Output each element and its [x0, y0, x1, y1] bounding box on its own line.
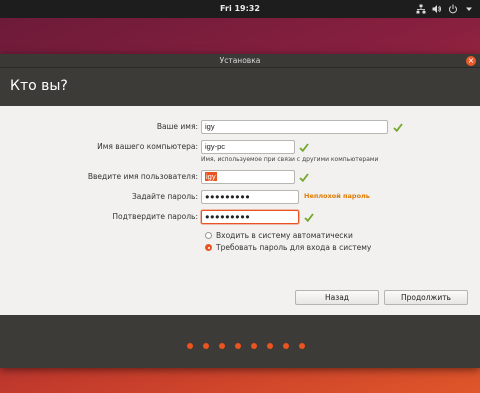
- volume-icon[interactable]: [432, 3, 442, 14]
- menu-arrow-icon[interactable]: [464, 3, 474, 14]
- progress-dot: [235, 343, 241, 349]
- auto-login-label: Входить в систему автоматически: [216, 231, 353, 240]
- progress-dot: [187, 343, 193, 349]
- username-row: Введите имя пользователя: igy: [0, 170, 480, 185]
- close-icon: ×: [467, 56, 475, 65]
- check-icon: [299, 171, 309, 183]
- progress-dot: [219, 343, 225, 349]
- computer-name-input[interactable]: igy-pc: [201, 140, 295, 154]
- username-label: Введите имя пользователя:: [87, 172, 198, 181]
- password-strength: Неплохой пароль: [304, 192, 370, 200]
- top-panel: Fri 19:32: [0, 0, 480, 18]
- auto-login-radio[interactable]: [205, 232, 212, 239]
- name-input[interactable]: igy: [201, 120, 388, 134]
- network-icon[interactable]: [416, 3, 426, 14]
- back-button[interactable]: Назад: [295, 290, 379, 305]
- computer-name-hint: Имя, используемое при связи с другими ко…: [201, 156, 379, 163]
- progress-dot: [267, 343, 273, 349]
- progress-dot: [299, 343, 305, 349]
- window-title: Установка: [219, 56, 261, 65]
- password-label: Задайте пароль:: [131, 192, 198, 201]
- installer-window: Установка × Кто вы? Ваше имя: igy Имя ва…: [0, 54, 480, 368]
- check-icon: [299, 141, 309, 153]
- username-value: igy: [205, 172, 217, 181]
- require-password-label: Требовать пароль для входа в систему: [216, 243, 372, 252]
- name-row: Ваше имя: igy: [0, 120, 480, 135]
- slideshow-footer: [0, 315, 480, 368]
- confirm-password-input[interactable]: ●●●●●●●●●: [201, 210, 299, 224]
- check-icon: [304, 211, 314, 223]
- progress-dot: [251, 343, 257, 349]
- progress-indicator: [187, 343, 305, 349]
- progress-dot: [283, 343, 289, 349]
- clock[interactable]: Fri 19:32: [0, 4, 480, 13]
- power-icon[interactable]: [448, 3, 458, 14]
- password-input[interactable]: ●●●●●●●●●: [201, 190, 299, 204]
- computer-name-row: Имя вашего компьютера: igy-pc: [0, 140, 480, 155]
- password-row: Задайте пароль: ●●●●●●●●● Неплохой парол…: [0, 190, 480, 205]
- close-button[interactable]: ×: [466, 56, 476, 66]
- require-password-option[interactable]: Требовать пароль для входа в систему: [205, 243, 371, 252]
- username-input[interactable]: igy: [201, 170, 295, 184]
- check-icon: [393, 121, 403, 133]
- user-form: Ваше имя: igy Имя вашего компьютера: igy…: [0, 106, 480, 315]
- auto-login-option[interactable]: Входить в систему автоматически: [205, 231, 353, 240]
- computer-name-label: Имя вашего компьютера:: [97, 142, 198, 151]
- window-titlebar[interactable]: Установка ×: [0, 54, 480, 68]
- system-tray[interactable]: [416, 3, 474, 14]
- require-password-radio[interactable]: [205, 244, 212, 251]
- confirm-password-label: Подтвердите пароль:: [112, 212, 198, 221]
- confirm-password-row: Подтвердите пароль: ●●●●●●●●●: [0, 210, 480, 225]
- continue-button[interactable]: Продолжить: [384, 290, 468, 305]
- name-label: Ваше имя:: [156, 122, 198, 131]
- page-heading: Кто вы?: [0, 68, 480, 106]
- progress-dot: [203, 343, 209, 349]
